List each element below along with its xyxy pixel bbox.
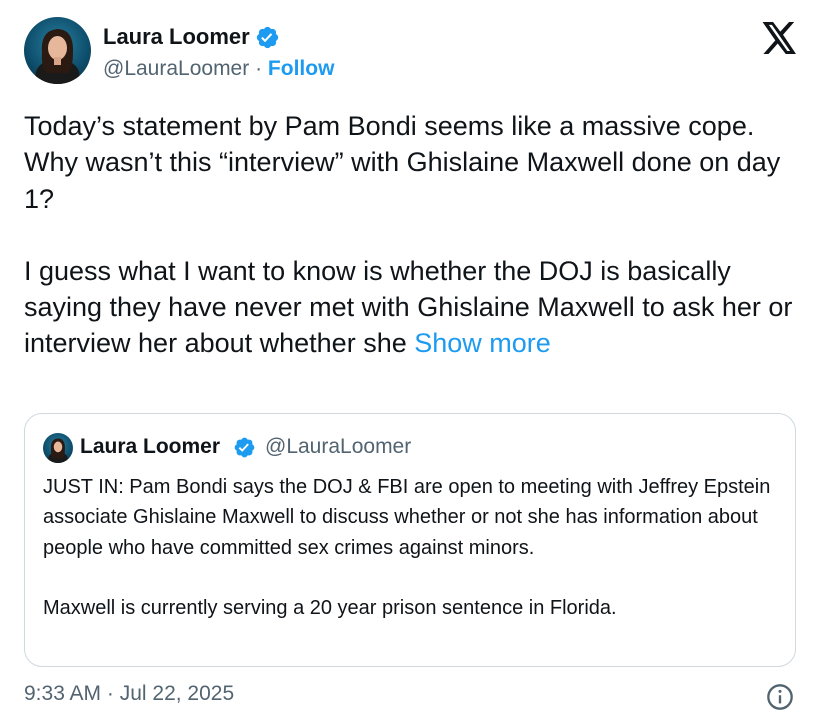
handle-row: @LauraLoomer · Follow [103,55,334,83]
info-icon[interactable] [766,683,794,711]
quoted-author-handle[interactable]: @LauraLoomer [265,433,411,461]
quoted-avatar-photo [48,438,68,463]
tweet-paragraph: I guess what I want to know is whether t… [24,253,799,362]
timestamp[interactable]: 9:33 AM · Jul 22, 2025 [24,679,234,709]
avatar[interactable] [24,17,91,84]
tweet-paragraph-text: I guess what I want to know is whether t… [24,255,793,359]
verified-badge-icon [256,26,279,49]
separator-dot: · [255,57,263,80]
author-name[interactable]: Laura Loomer [103,22,250,52]
x-logo-icon[interactable] [762,22,798,54]
quoted-paragraph: JUST IN: Pam Bondi says the DOJ & FBI ar… [43,476,771,559]
avatar-photo [35,29,80,84]
author-handle[interactable]: @LauraLoomer [103,57,249,80]
show-more-link[interactable]: Show more [414,328,551,358]
tweet-paragraph: Today’s statement by Pam Bondi seems lik… [24,111,781,214]
tweet-text: Today’s statement by Pam Bondi seems lik… [24,108,799,362]
quoted-author-name[interactable]: Laura Loomer [80,433,220,461]
quoted-tweet-text: JUST IN: Pam Bondi says the DOJ & FBI ar… [43,472,783,623]
quoted-avatar[interactable] [43,433,73,463]
follow-button[interactable]: Follow [268,57,335,80]
quoted-tweet[interactable]: Laura Loomer @LauraLoomer JUST IN: Pam B… [24,413,796,667]
quoted-paragraph: Maxwell is currently serving a 20 year p… [43,596,617,619]
verified-badge-icon [234,437,255,458]
tweet-card: Laura Loomer @LauraLoomer · Follow Today… [0,0,818,724]
